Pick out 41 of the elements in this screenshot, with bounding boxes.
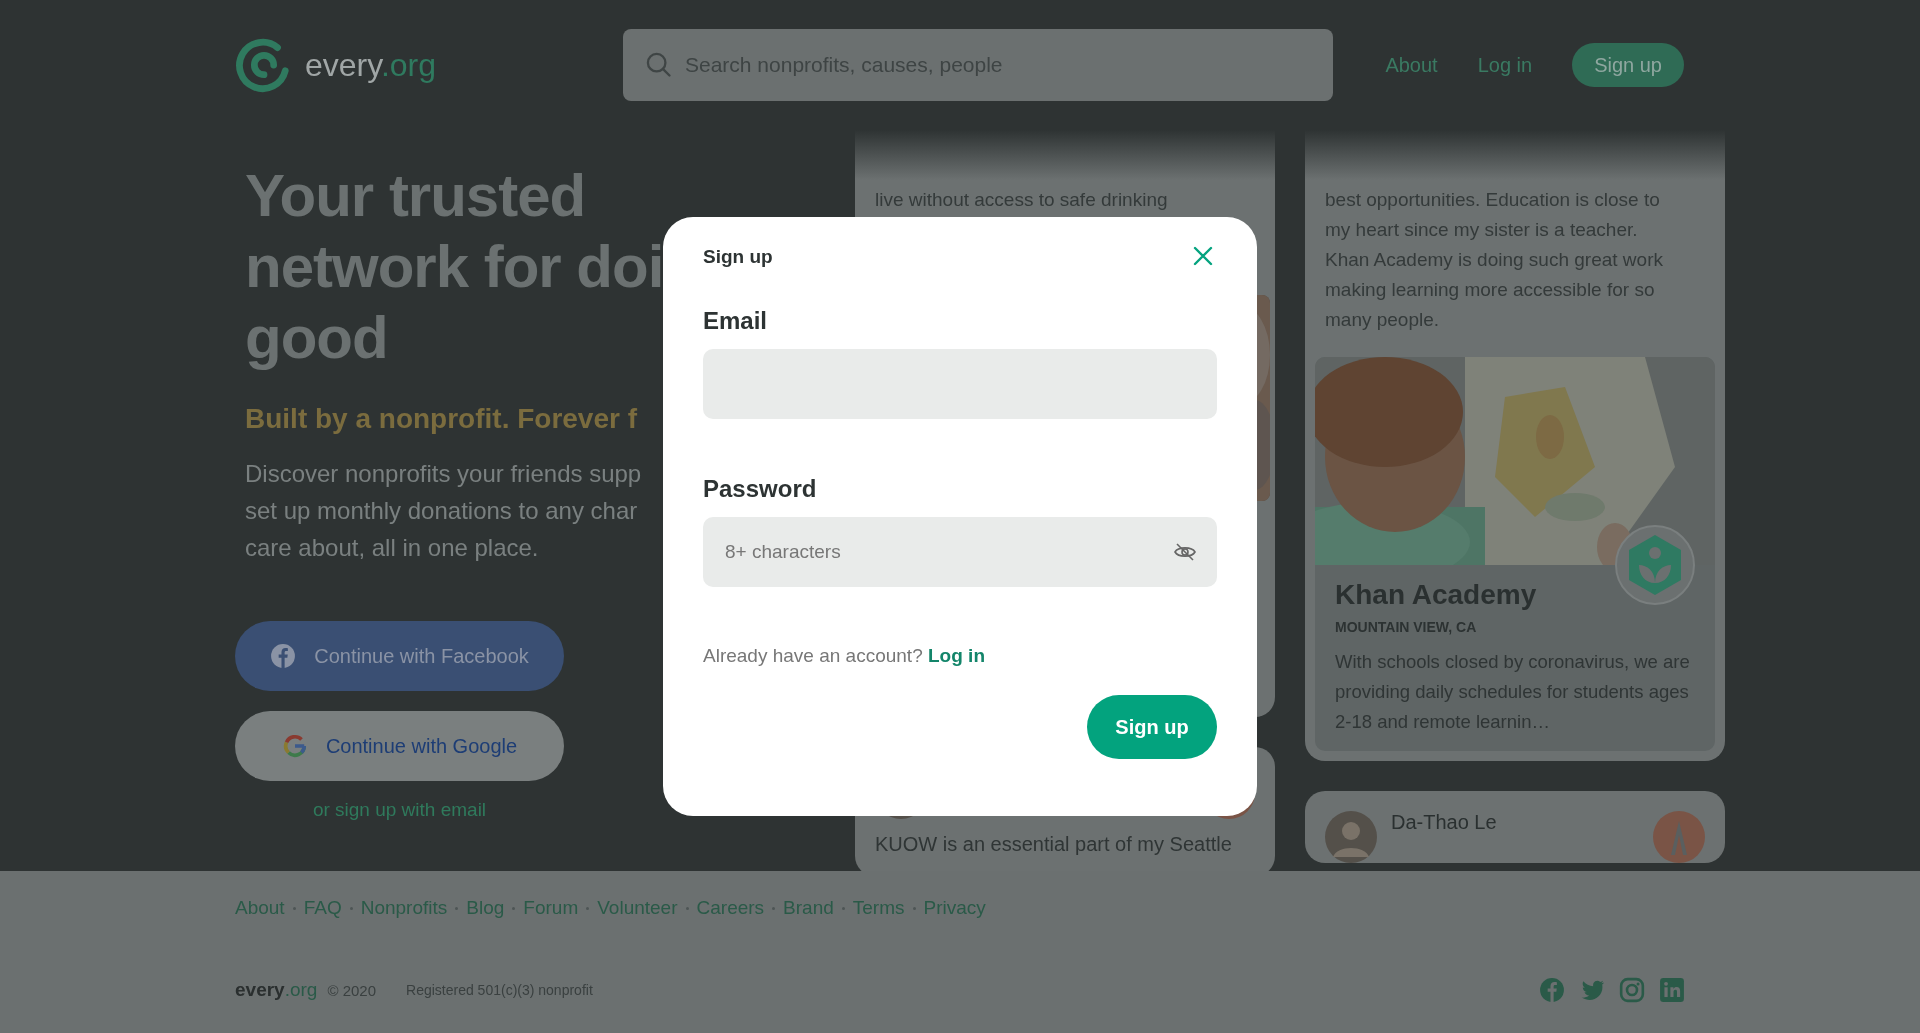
cause-icon [1653,811,1705,863]
footer-link[interactable]: About [235,897,285,919]
logo-text[interactable]: every.org [305,46,436,84]
quote-text: best opportunities. Education is close to my heart since my sister is a teacher. Khan Academy is doing such great work making learning more accessible for so many people. [1324,188,1664,332]
field-label: Password [703,475,818,503]
linkedin-icon[interactable] [1659,977,1685,1003]
hero-description: Discover nonprofits your friends supp set up monthly donations to any char care about, all in one place. [245,459,642,563]
signup-button[interactable]: Sign up [1572,43,1684,87]
email-signup-link[interactable]: or sign up with email [235,799,564,821]
footer-logo-text[interactable]: every.org [235,979,318,1001]
footer-link[interactable]: Terms [852,897,905,919]
quote-text: live without access to safe drinking [874,188,1169,212]
facebook-icon [270,643,297,669]
tagline: Built by a nonprofit. Forever f [245,403,638,435]
footer-link[interactable]: Forum [523,897,579,919]
avatar-icon [1325,811,1377,863]
author-name[interactable]: Da-Thao Le [1391,811,1497,834]
dialog-title: Sign up [703,246,773,268]
facebook-button[interactable]: Continue with Facebook [235,621,564,691]
footer-link[interactable]: Brand [783,897,834,919]
footer-link[interactable]: Privacy [923,897,986,919]
password-field[interactable]: 8+ characters [703,517,1217,587]
nav-link[interactable]: About [1385,53,1438,77]
login-link[interactable]: Log in [928,645,985,666]
nav-link[interactable]: Log in [1477,53,1533,77]
post-text: KUOW is an essential part of my Seattle [875,833,1233,856]
field-label: Email [703,307,769,335]
google-button[interactable]: Continue with Google [235,711,564,781]
footer-link[interactable]: Careers [696,897,765,919]
footer-link[interactable]: Nonprofits [360,897,448,919]
submit-button[interactable]: Sign up [1087,695,1217,759]
hero-heading: Your trusted network for doi good [245,161,664,373]
footer-link[interactable]: Volunteer [597,897,678,919]
instagram-icon[interactable] [1619,977,1645,1003]
footer-link[interactable]: FAQ [303,897,342,919]
login-prompt: Already have an account? [703,645,923,666]
leaf-logo-icon [1615,525,1695,605]
search-icon [645,51,673,79]
facebook-icon[interactable] [1539,977,1565,1003]
google-icon [281,733,308,759]
footer-link[interactable]: Blog [466,897,505,919]
